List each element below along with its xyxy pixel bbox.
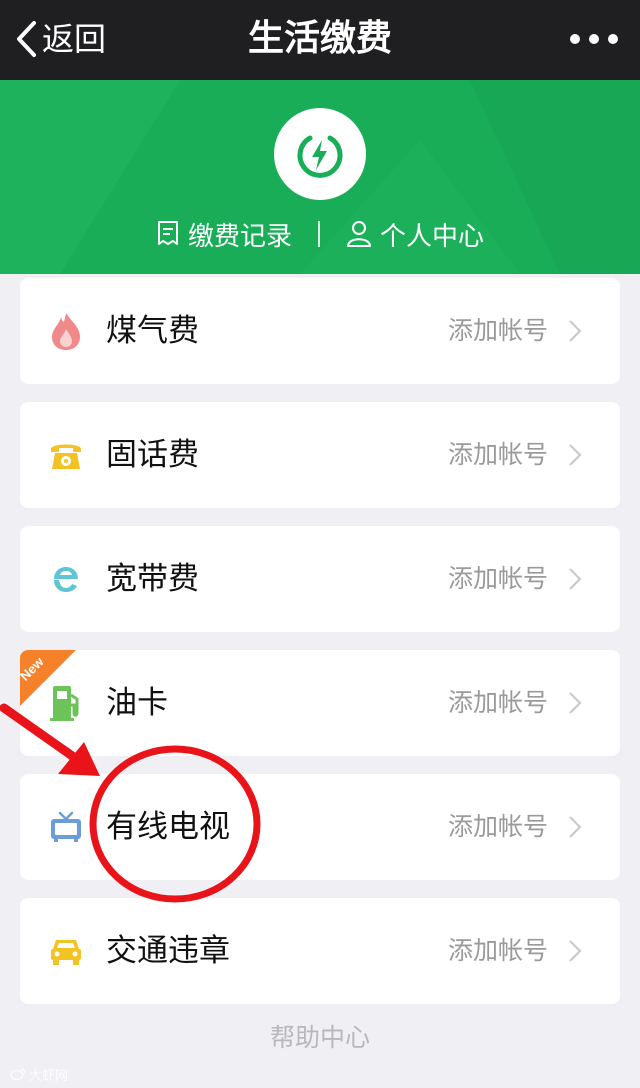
item-title: 煤气费 bbox=[106, 313, 199, 349]
help-center-link[interactable]: 帮助中心 bbox=[0, 1018, 640, 1058]
payment-item-landline[interactable]: 固话费 添加帐号 bbox=[20, 402, 620, 508]
car-icon bbox=[46, 931, 86, 971]
more-dot-icon bbox=[570, 34, 580, 44]
payment-item-fuel-card[interactable]: New 油卡 添加帐号 bbox=[20, 650, 620, 756]
service-header: 缴费记录 个人中心 bbox=[0, 80, 640, 274]
chevron-right-icon bbox=[569, 816, 582, 838]
item-title: 有线电视 bbox=[106, 809, 230, 845]
personal-center-label: 个人中心 bbox=[380, 221, 485, 252]
tv-icon bbox=[46, 807, 86, 847]
broadband-e-icon bbox=[46, 559, 86, 599]
header-links: 缴费记录 个人中心 bbox=[0, 212, 640, 256]
chevron-right-icon bbox=[569, 940, 582, 962]
person-icon bbox=[347, 221, 371, 247]
add-account-label: 添加帐号 bbox=[447, 936, 548, 965]
payment-records-label: 缴费记录 bbox=[187, 221, 292, 252]
item-title: 油卡 bbox=[106, 685, 168, 721]
page-title: 生活缴费 bbox=[247, 18, 392, 59]
chevron-right-icon bbox=[569, 568, 582, 590]
telephone-icon bbox=[46, 435, 86, 475]
chevron-right-icon bbox=[569, 320, 582, 342]
more-dot-icon bbox=[589, 34, 599, 44]
more-dot-icon bbox=[608, 34, 618, 44]
header-divider bbox=[318, 221, 320, 247]
flame-icon bbox=[46, 311, 86, 351]
watermark-label: 大虾网 bbox=[29, 1068, 69, 1084]
item-title: 交通违章 bbox=[106, 933, 230, 969]
weibo-logo-icon bbox=[10, 1068, 26, 1081]
payment-item-traffic-violation[interactable]: 交通违章 添加帐号 bbox=[20, 898, 620, 1004]
receipt-icon bbox=[157, 221, 178, 245]
payment-item-cable-tv[interactable]: 有线电视 添加帐号 bbox=[20, 774, 620, 880]
chevron-right-icon bbox=[569, 444, 582, 466]
add-account-label: 添加帐号 bbox=[447, 688, 548, 717]
lightning-power-icon bbox=[297, 135, 343, 178]
add-account-label: 添加帐号 bbox=[447, 812, 548, 841]
navigation-bar: 返回 生活缴费 bbox=[0, 0, 640, 80]
add-account-label: 添加帐号 bbox=[447, 440, 548, 469]
item-title: 宽带费 bbox=[106, 561, 199, 597]
chevron-right-icon bbox=[569, 692, 582, 714]
payment-item-gas[interactable]: 煤气费 添加帐号 bbox=[20, 278, 620, 384]
add-account-label: 添加帐号 bbox=[447, 316, 548, 345]
more-options-button[interactable] bbox=[570, 24, 618, 54]
fuel-pump-icon bbox=[46, 683, 86, 723]
payment-records-link[interactable]: 缴费记录 bbox=[156, 216, 292, 253]
item-title: 固话费 bbox=[106, 437, 199, 473]
add-account-label: 添加帐号 bbox=[447, 564, 548, 593]
watermark: 大虾网 bbox=[10, 1064, 68, 1084]
service-logo bbox=[274, 108, 366, 200]
personal-center-link[interactable]: 个人中心 bbox=[346, 216, 484, 253]
payment-item-broadband[interactable]: 宽带费 添加帐号 bbox=[20, 526, 620, 632]
